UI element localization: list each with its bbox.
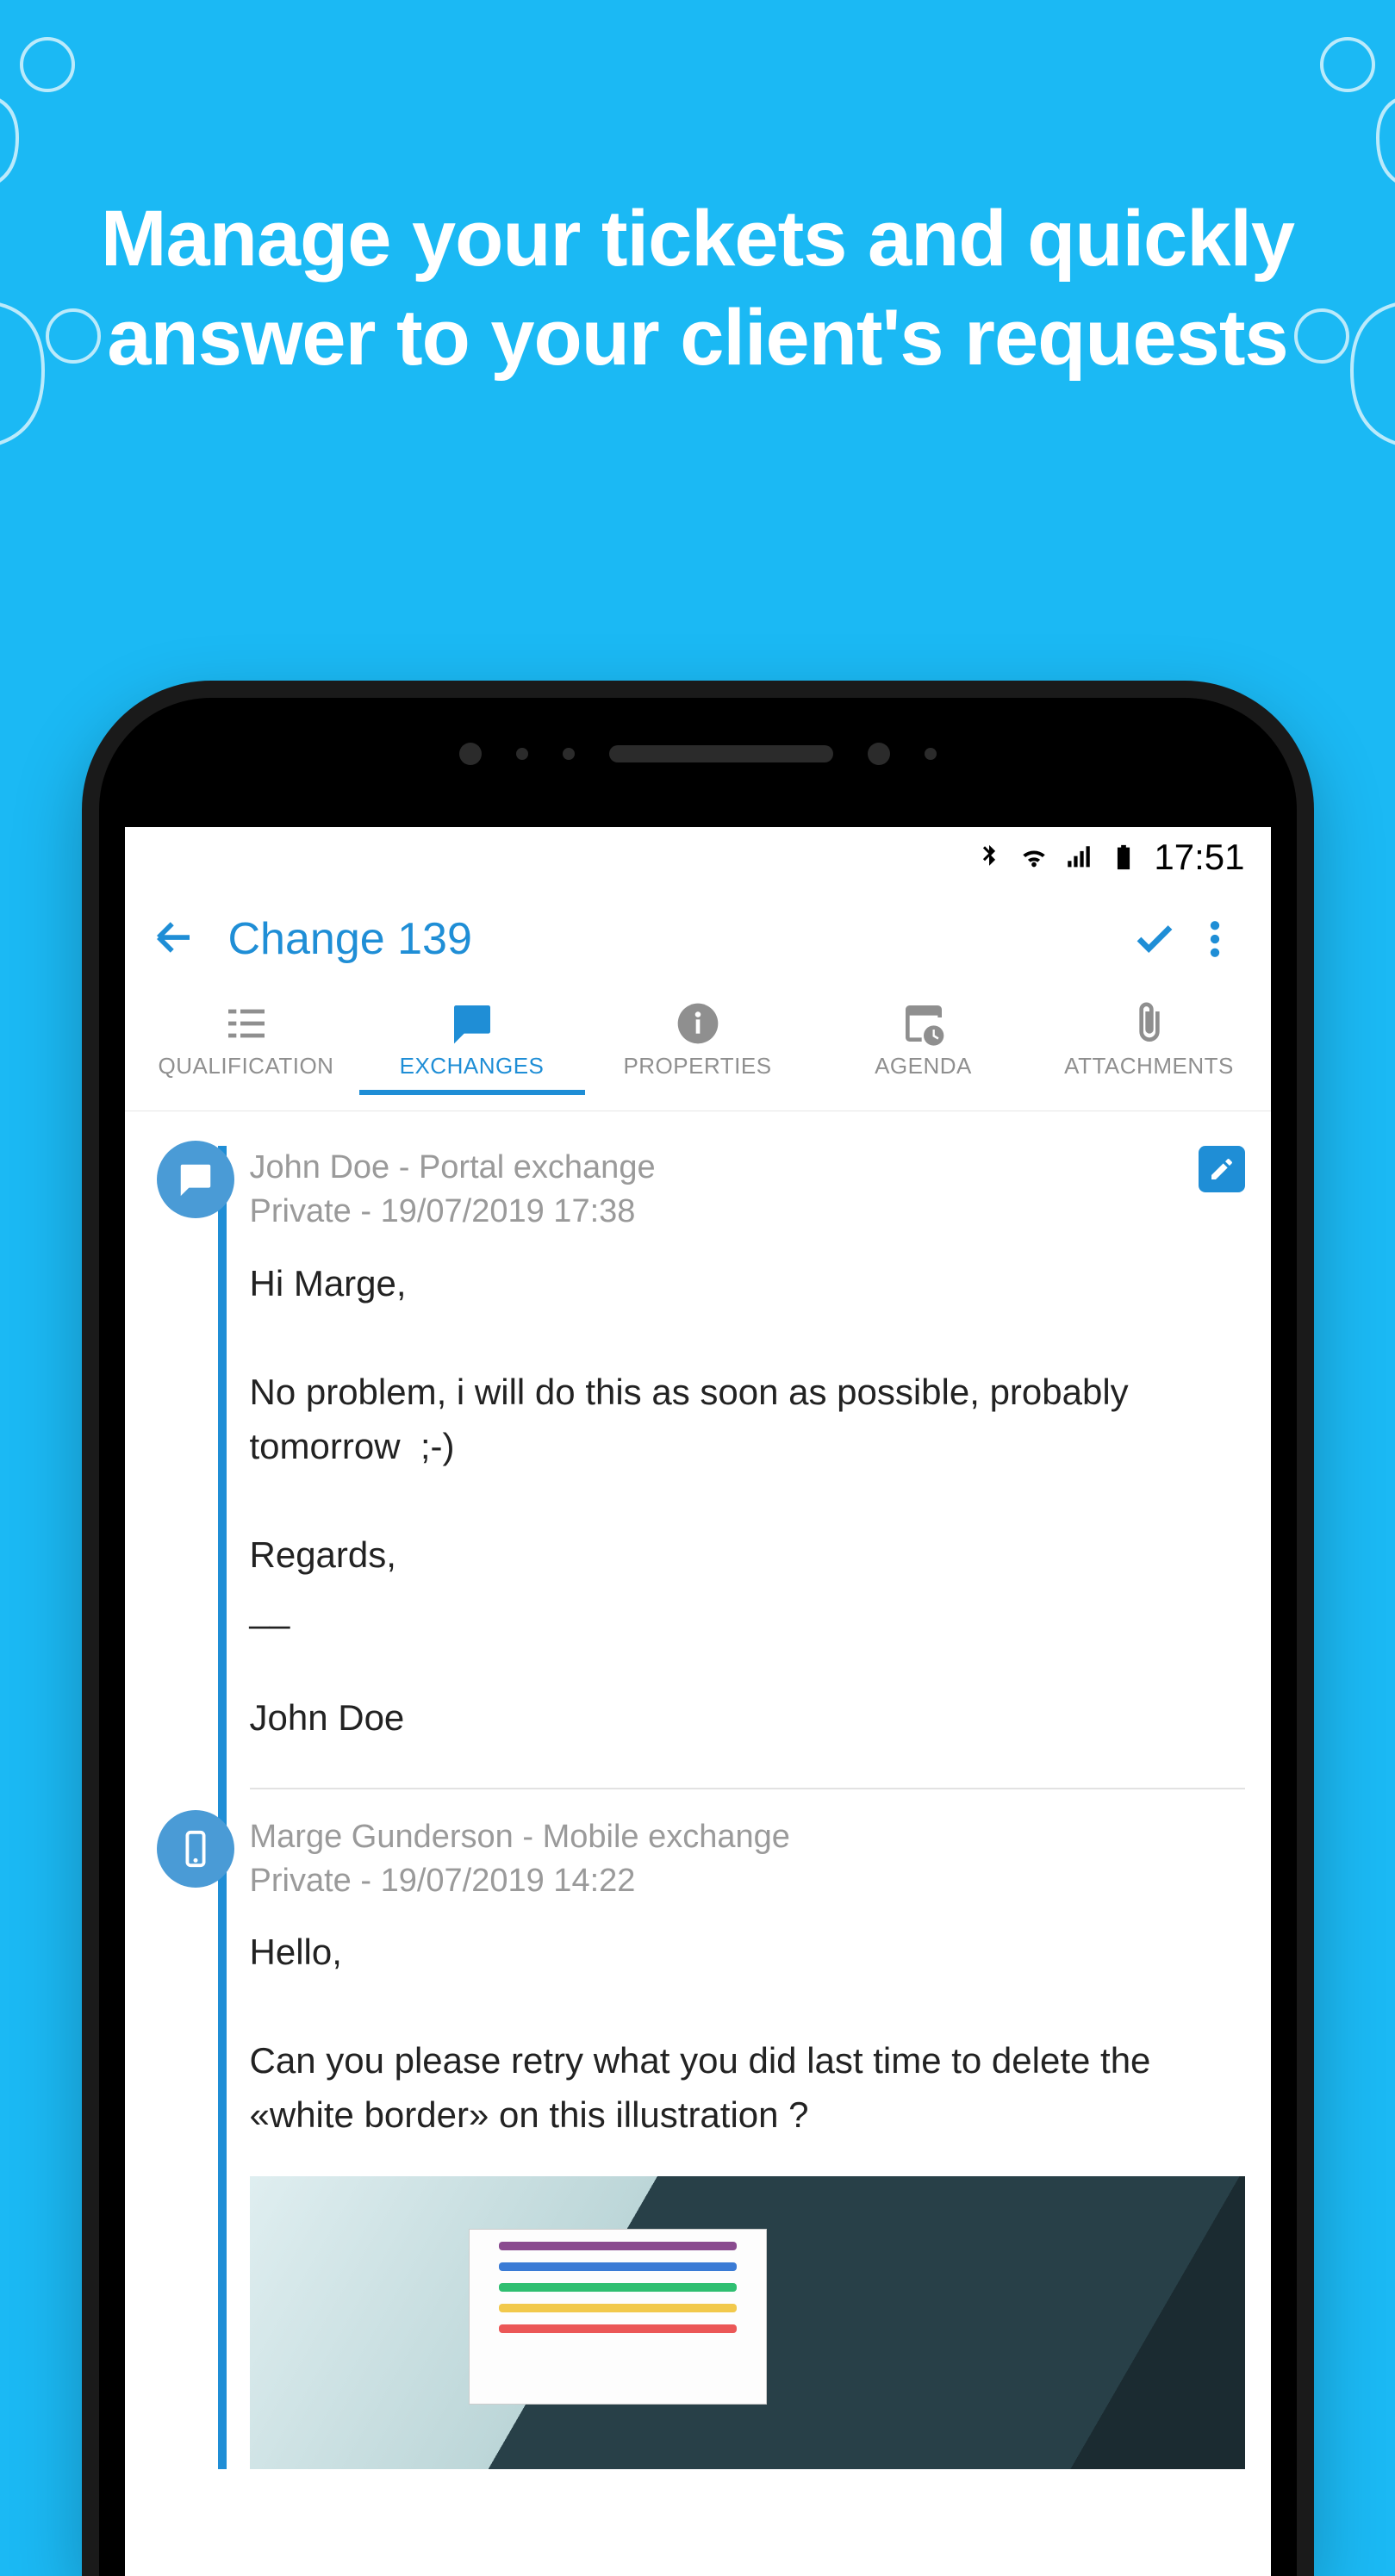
signal-icon: [1064, 843, 1093, 872]
tab-label: AGENDA: [875, 1053, 972, 1080]
exchange-entry: John Doe - Portal exchange Private - 19/…: [207, 1146, 1245, 1789]
exchange-attachment[interactable]: [250, 2176, 1245, 2469]
tab-exchanges[interactable]: EXCHANGES: [359, 999, 585, 1111]
info-icon: [674, 999, 722, 1048]
exchange-visibility: Private: [250, 1863, 352, 1899]
status-bar: 17:51: [125, 827, 1271, 887]
status-time: 17:51: [1154, 837, 1244, 878]
paperclip-icon: [1125, 999, 1174, 1048]
pencil-icon: [1208, 1155, 1236, 1183]
divider: [250, 1788, 1245, 1789]
exchange-body: Hi Marge, No problem, i will do this as …: [207, 1235, 1245, 1745]
list-icon: [222, 999, 271, 1048]
overflow-menu-button[interactable]: [1185, 916, 1245, 962]
dots-vertical-icon: [1192, 916, 1238, 962]
marketing-headline: Manage your tickets and quickly answer t…: [0, 190, 1395, 388]
app-bar: Change 139: [125, 887, 1271, 991]
mobile-icon: [176, 1829, 215, 1869]
exchange-body: Hello, Can you please retry what you did…: [207, 1903, 1245, 2142]
arrow-left-icon: [151, 914, 197, 961]
chat-icon: [176, 1160, 215, 1199]
phone-screen: 17:51 Change 139 QUALIFICATION EXCHANGE: [125, 827, 1271, 2576]
tab-attachments[interactable]: ATTACHMENTS: [1037, 999, 1262, 1111]
tab-qualification[interactable]: QUALIFICATION: [134, 999, 359, 1111]
chat-icon: [448, 999, 496, 1048]
confirm-button[interactable]: [1124, 916, 1185, 962]
phone-frame: 17:51 Change 139 QUALIFICATION EXCHANGE: [82, 681, 1314, 2576]
calendar-clock-icon: [900, 999, 948, 1048]
exchange-channel: Portal exchange: [419, 1149, 656, 1185]
wifi-icon: [1019, 843, 1049, 872]
tab-properties[interactable]: PROPERTIES: [585, 999, 811, 1111]
exchange-author: John Doe: [250, 1149, 390, 1185]
check-icon: [1131, 916, 1178, 962]
phone-sensors: [82, 724, 1314, 784]
exchange-source-icon: [157, 1810, 234, 1888]
exchange-channel: Mobile exchange: [543, 1819, 790, 1855]
back-button[interactable]: [151, 914, 202, 965]
tab-label: ATTACHMENTS: [1064, 1053, 1234, 1080]
tab-label: PROPERTIES: [623, 1053, 771, 1080]
exchange-visibility: Private: [250, 1193, 352, 1229]
tab-label: QUALIFICATION: [159, 1053, 334, 1080]
edit-exchange-button[interactable]: [1199, 1146, 1245, 1192]
tab-agenda[interactable]: AGENDA: [811, 999, 1037, 1111]
exchange-source-icon: [157, 1141, 234, 1218]
exchange-author: Marge Gunderson: [250, 1819, 514, 1855]
exchange-timeline: John Doe - Portal exchange Private - 19/…: [125, 1111, 1271, 2469]
exchange-entry: Marge Gunderson - Mobile exchange Privat…: [207, 1815, 1245, 2470]
battery-icon: [1109, 843, 1138, 872]
exchange-timestamp: 19/07/2019 17:38: [381, 1193, 636, 1229]
page-title: Change 139: [202, 913, 1124, 965]
bluetooth-icon: [975, 843, 1004, 872]
tab-strip: QUALIFICATION EXCHANGES PROPERTIES AGEND…: [125, 991, 1271, 1111]
exchange-timestamp: 19/07/2019 14:22: [381, 1863, 636, 1899]
tab-label: EXCHANGES: [400, 1053, 545, 1080]
